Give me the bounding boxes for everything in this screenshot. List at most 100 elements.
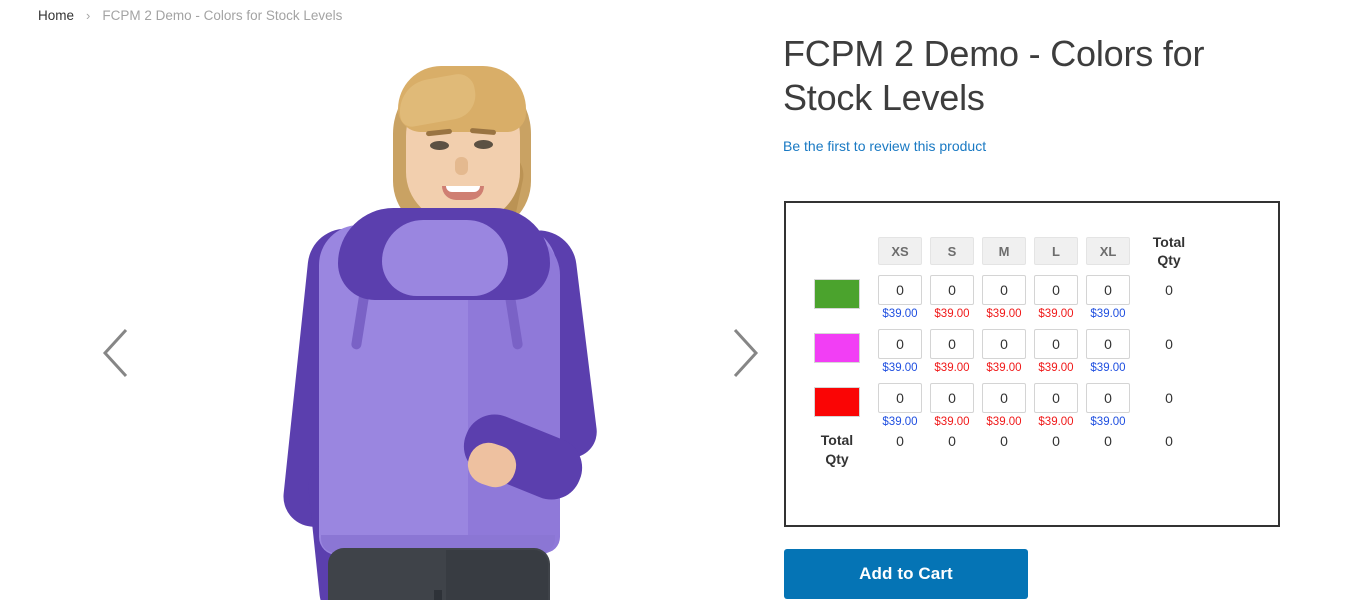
- qty-input-magenta-m[interactable]: [982, 329, 1026, 360]
- footer-label-line1: Total: [820, 432, 854, 449]
- page-title: FCPM 2 Demo - Colors for Stock Levels: [783, 33, 1205, 118]
- row-total-magenta: 0: [1165, 336, 1173, 353]
- matrix-cell-green-s: $39.00: [926, 269, 978, 323]
- qty-input-magenta-xl[interactable]: [1086, 329, 1130, 360]
- matrix-size-header-m: M: [978, 233, 1030, 269]
- size-label-m[interactable]: M: [982, 237, 1026, 266]
- matrix-size-header-l: L: [1030, 233, 1082, 269]
- matrix-color-swatch-cell-red: [800, 377, 874, 431]
- matrix-cell-green-xl: $39.00: [1082, 269, 1134, 323]
- breadcrumb-home-link[interactable]: Home: [38, 6, 74, 26]
- qty-input-green-m[interactable]: [982, 275, 1026, 306]
- chevron-right-icon: [718, 322, 768, 384]
- size-label-l[interactable]: L: [1034, 237, 1078, 266]
- matrix-cell-magenta-xs: $39.00: [874, 323, 926, 377]
- add-to-cart-button[interactable]: Add to Cart: [784, 549, 1028, 599]
- color-swatch-magenta[interactable]: [814, 332, 860, 363]
- matrix-color-swatch-cell-green: [800, 269, 874, 323]
- price-label-green-xl: $39.00: [1090, 308, 1126, 321]
- size-label-xs[interactable]: XS: [878, 237, 922, 266]
- column-total-l: 0: [1052, 433, 1060, 450]
- matrix-total-qty-header: Total Qty: [1134, 233, 1204, 269]
- qty-input-green-xs[interactable]: [878, 275, 922, 306]
- size-label-xl[interactable]: XL: [1086, 237, 1130, 266]
- price-label-red-s: $39.00: [934, 416, 970, 429]
- price-label-magenta-s: $39.00: [934, 362, 970, 375]
- price-label-red-xl: $39.00: [1090, 416, 1126, 429]
- matrix-cell-red-s: $39.00: [926, 377, 978, 431]
- gallery-next-button[interactable]: [718, 322, 768, 384]
- matrix-size-header-s: S: [926, 233, 978, 269]
- price-label-magenta-l: $39.00: [1038, 362, 1074, 375]
- matrix-size-header-xs: XS: [874, 233, 926, 269]
- matrix-color-swatch-cell-magenta: [800, 323, 874, 377]
- total-qty-header-line1: Total: [1152, 234, 1186, 250]
- matrix-cell-green-m: $39.00: [978, 269, 1030, 323]
- qty-input-green-s[interactable]: [930, 275, 974, 306]
- table-row: $39.00 $39.00 $39.00 $39.00: [800, 377, 1204, 431]
- footer-label-line2: Qty: [825, 450, 849, 467]
- price-label-green-l: $39.00: [1038, 308, 1074, 321]
- qty-input-green-l[interactable]: [1034, 275, 1078, 306]
- qty-input-green-xl[interactable]: [1086, 275, 1130, 306]
- row-total-red: 0: [1165, 390, 1173, 407]
- table-row: $39.00 $39.00 $39.00 $39.00: [800, 269, 1204, 323]
- product-page: Home › FCPM 2 Demo - Colors for Stock Le…: [0, 0, 1361, 614]
- column-total-m: 0: [1000, 433, 1008, 450]
- matrix-table: XS S M L XL Total Qty 0 $39.00 0 $39.00 …: [800, 233, 1204, 468]
- price-label-magenta-xl: $39.00: [1090, 362, 1126, 375]
- column-total-xl: 0: [1104, 433, 1112, 450]
- matrix-footer-label: Total Qty: [800, 431, 874, 467]
- price-label-red-xs: $39.00: [882, 416, 918, 429]
- matrix-size-header-xl: XL: [1082, 233, 1134, 269]
- color-swatch-green[interactable]: [814, 278, 860, 309]
- qty-input-magenta-s[interactable]: [930, 329, 974, 360]
- color-swatch-red[interactable]: [814, 386, 860, 417]
- chevron-left-icon: [93, 322, 143, 384]
- row-total-green: 0: [1165, 282, 1173, 299]
- price-label-red-l: $39.00: [1038, 416, 1074, 429]
- matrix-cell-green-xs: $39.00: [874, 269, 926, 323]
- qty-input-red-m[interactable]: [982, 383, 1026, 414]
- product-info: FCPM 2 Demo - Colors for Stock Levels Be…: [783, 32, 1283, 156]
- price-label-green-m: $39.00: [986, 308, 1022, 321]
- price-label-green-xs: $39.00: [882, 308, 918, 321]
- product-gallery: [38, 30, 759, 600]
- breadcrumb-current-page: FCPM 2 Demo - Colors for Stock Levels: [102, 8, 343, 23]
- qty-input-red-l[interactable]: [1034, 383, 1078, 414]
- matrix-cell-red-l: $39.00: [1030, 377, 1082, 431]
- product-matrix-grid: XS S M L XL Total Qty 0 $39.00 0 $39.00 …: [784, 201, 1280, 527]
- matrix-footer-row: Total Qty 0 0 0 0 0 0: [800, 431, 1204, 467]
- gallery-prev-button[interactable]: [93, 322, 143, 384]
- column-total-s: 0: [948, 433, 956, 450]
- matrix-cell-magenta-xl: $39.00: [1082, 323, 1134, 377]
- grand-total-qty: 0: [1165, 433, 1173, 450]
- qty-input-magenta-l[interactable]: [1034, 329, 1078, 360]
- price-label-magenta-m: $39.00: [986, 362, 1022, 375]
- qty-input-red-s[interactable]: [930, 383, 974, 414]
- write-review-link[interactable]: Be the first to review this product: [783, 138, 986, 154]
- matrix-cell-magenta-m: $39.00: [978, 323, 1030, 377]
- table-row: $39.00 $39.00 $39.00 $39.00: [800, 323, 1204, 377]
- matrix-cell-red-m: $39.00: [978, 377, 1030, 431]
- price-label-red-m: $39.00: [986, 416, 1022, 429]
- matrix-header-row: XS S M L XL Total Qty: [800, 233, 1204, 269]
- matrix-cell-green-l: $39.00: [1030, 269, 1082, 323]
- qty-input-red-xl[interactable]: [1086, 383, 1130, 414]
- qty-input-red-xs[interactable]: [878, 383, 922, 414]
- breadcrumb: Home › FCPM 2 Demo - Colors for Stock Le…: [38, 6, 342, 26]
- qty-input-magenta-xs[interactable]: [878, 329, 922, 360]
- product-photo: [38, 30, 738, 600]
- size-label-s[interactable]: S: [930, 237, 974, 266]
- matrix-corner-cell: [800, 233, 874, 269]
- matrix-cell-magenta-s: $39.00: [926, 323, 978, 377]
- matrix-cell-magenta-l: $39.00: [1030, 323, 1082, 377]
- matrix-cell-red-xs: $39.00: [874, 377, 926, 431]
- gallery-main-image[interactable]: [38, 30, 738, 600]
- price-label-magenta-xs: $39.00: [882, 362, 918, 375]
- breadcrumb-separator-icon: ›: [86, 8, 91, 23]
- total-qty-header-line2: Qty: [1157, 252, 1181, 269]
- price-label-green-s: $39.00: [934, 308, 970, 321]
- matrix-cell-red-xl: $39.00: [1082, 377, 1134, 431]
- column-total-xs: 0: [896, 433, 904, 450]
